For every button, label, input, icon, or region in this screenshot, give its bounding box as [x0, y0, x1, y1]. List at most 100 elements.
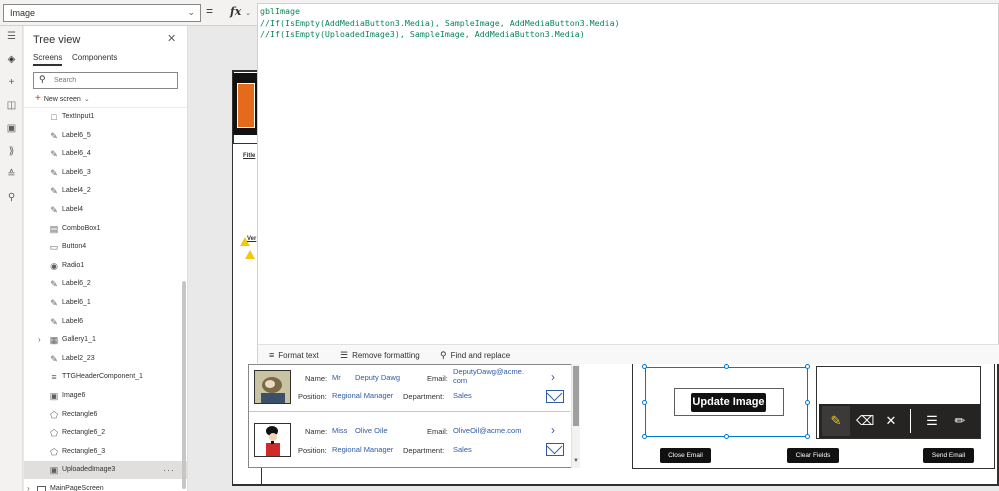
- position-label: Position:: [298, 446, 327, 455]
- button-icon: ▭: [49, 242, 59, 253]
- email-value-line2: com: [453, 376, 468, 385]
- tab-components[interactable]: Components: [72, 53, 117, 62]
- remove-formatting-button[interactable]: ☰ Remove formatting: [340, 350, 420, 361]
- email-label: Email:: [427, 427, 448, 436]
- tree-screen-label: MainPageScreen: [50, 485, 104, 491]
- resize-handle[interactable]: [642, 400, 647, 405]
- department-value: Sales: [453, 445, 472, 454]
- tree-item[interactable]: ✎ Label4: [24, 201, 187, 219]
- fx-icon: fx: [230, 5, 242, 18]
- tree-item[interactable]: ✎ Label6_4: [24, 145, 187, 163]
- tree-item-label: Label4_2: [62, 187, 91, 195]
- warning-icon[interactable]: [245, 250, 255, 259]
- screen-icon: [37, 486, 46, 491]
- pen-color-icon[interactable]: ✏: [951, 412, 969, 430]
- scroll-down-icon[interactable]: ▼: [573, 458, 579, 464]
- eraser-icon[interactable]: ⌫: [856, 412, 874, 430]
- new-screen-button[interactable]: + New screen ⌄: [35, 93, 90, 104]
- tree-item[interactable]: ✎ Label6_3: [24, 164, 187, 182]
- media-icon[interactable]: ▣: [5, 122, 18, 135]
- scrollbar-thumb[interactable]: [573, 366, 579, 426]
- tree-screen-item[interactable]: › MainPageScreen: [24, 480, 187, 491]
- tree-item-label: Label6: [62, 317, 84, 325]
- mail-icon[interactable]: [546, 390, 564, 403]
- shape-icon: ⬠: [50, 409, 58, 420]
- tree-item[interactable]: ▤ ComboBox1: [24, 220, 187, 238]
- find-replace-button[interactable]: ⚲ Find and replace: [440, 350, 510, 361]
- formula-code[interactable]: gblImage//If(IsEmpty(AddMediaButton3.Med…: [260, 6, 620, 41]
- tree-item[interactable]: ▣ Image6: [24, 387, 187, 405]
- format-text-button[interactable]: ≡ Format text: [269, 350, 319, 360]
- close-email-button[interactable]: Close Email: [660, 448, 711, 463]
- chevron-right-icon[interactable]: ›: [27, 480, 30, 491]
- chevron-down-icon: ⌄: [187, 7, 195, 17]
- gallery-row[interactable]: Name: Mr Deputy Dawg Email: DeputyDawg@a…: [249, 365, 570, 411]
- resize-handle[interactable]: [642, 364, 647, 369]
- close-icon[interactable]: ✕: [167, 32, 176, 45]
- clear-fields-button[interactable]: Clear Fields: [787, 448, 839, 463]
- tree-item[interactable]: ≡ TTGHeaderComponent_1: [24, 368, 187, 386]
- tree-item[interactable]: ◉ Radio1: [24, 257, 187, 275]
- data-cylinder-icon[interactable]: ◫: [5, 99, 18, 112]
- email-value-line1: DeputyDawg@acme.: [453, 367, 524, 376]
- resize-handle[interactable]: [642, 434, 647, 439]
- gallery-icon: ▦: [49, 335, 59, 346]
- tree-item[interactable]: ⬠ Rectangle6_3: [24, 443, 187, 461]
- chevron-right-icon[interactable]: ›: [551, 370, 555, 384]
- department-label: Department:: [403, 392, 445, 401]
- tree-item[interactable]: ▭ Button4: [24, 238, 187, 256]
- tab-screens[interactable]: Screens: [33, 53, 63, 66]
- formula-line: gblImage: [260, 6, 300, 16]
- more-options-icon[interactable]: ···: [163, 461, 175, 479]
- hamburger-menu-icon[interactable]: ☰: [5, 30, 18, 43]
- remove-formatting-icon: ☰: [340, 350, 349, 360]
- tree-item[interactable]: ✎ Label4_2: [24, 182, 187, 200]
- logo-mark: [237, 83, 255, 128]
- label-icon: ✎: [50, 353, 58, 364]
- property-dropdown[interactable]: Image ⌄: [3, 4, 201, 22]
- tree-item-label: TTGHeaderComponent_1: [62, 373, 143, 381]
- tree-item[interactable]: □ TextInput1: [24, 108, 187, 126]
- power-automate-icon[interactable]: ⟫: [5, 145, 18, 158]
- tree-item[interactable]: ✎ Label6_2: [24, 275, 187, 293]
- tree-item[interactable]: ✎ Label6_5: [24, 127, 187, 145]
- text-input-icon: □: [51, 112, 57, 122]
- tree-item-label: Label6_3: [62, 168, 91, 176]
- clear-x-icon[interactable]: ✕: [882, 412, 900, 430]
- resize-handle[interactable]: [805, 364, 810, 369]
- gallery-row[interactable]: Name: Miss Olive Oile Email: OliveOil@ac…: [249, 418, 570, 464]
- search-icon[interactable]: ⚲: [5, 191, 18, 204]
- tree-item[interactable]: ▣ UploadedImage3 ···: [24, 461, 187, 480]
- position-value: Regional Manager: [332, 445, 394, 454]
- tree-view-panel: Tree view ✕ Screens Components ⚲ +New sc…: [24, 26, 188, 491]
- formula-editor[interactable]: gblImage//If(IsEmpty(AddMediaButton3.Med…: [257, 3, 999, 364]
- search-input[interactable]: [54, 75, 172, 86]
- version-label: Ver: [247, 236, 257, 242]
- tree-item-label: Label6_4: [62, 150, 91, 158]
- insert-plus-icon[interactable]: +: [5, 76, 18, 89]
- chevron-right-icon[interactable]: ›: [551, 423, 555, 437]
- resize-handle[interactable]: [805, 434, 810, 439]
- line-weight-icon[interactable]: ☰: [923, 412, 941, 430]
- resize-handle[interactable]: [724, 364, 729, 369]
- gallery-scrollbar[interactable]: ▼: [571, 364, 580, 468]
- toolbar-divider: [910, 409, 911, 433]
- variables-icon[interactable]: ≙: [5, 168, 18, 181]
- resize-handle[interactable]: [724, 434, 729, 439]
- tree-item[interactable]: › ▦ Gallery1_1: [24, 331, 187, 349]
- chevron-right-icon[interactable]: ›: [38, 331, 41, 349]
- tree-item[interactable]: ✎ Label6_1: [24, 294, 187, 312]
- send-email-button[interactable]: Send Email: [923, 448, 974, 463]
- shape-icon: ⬠: [50, 428, 58, 439]
- tree-item[interactable]: ✎ Label6: [24, 313, 187, 331]
- update-image-button[interactable]: Update Image: [691, 393, 766, 412]
- fx-button[interactable]: fx ⌄: [224, 3, 252, 23]
- tree-item[interactable]: ⬠ Rectangle6_2: [24, 424, 187, 442]
- pen-icon[interactable]: ✎: [822, 406, 850, 436]
- mail-icon[interactable]: [546, 443, 564, 456]
- tree-scrollbar[interactable]: [182, 281, 186, 489]
- layers-icon[interactable]: ◈: [5, 53, 18, 66]
- tree-item[interactable]: ✎ Label2_23: [24, 350, 187, 368]
- resize-handle[interactable]: [805, 400, 810, 405]
- tree-item[interactable]: ⬠ Rectangle6: [24, 406, 187, 424]
